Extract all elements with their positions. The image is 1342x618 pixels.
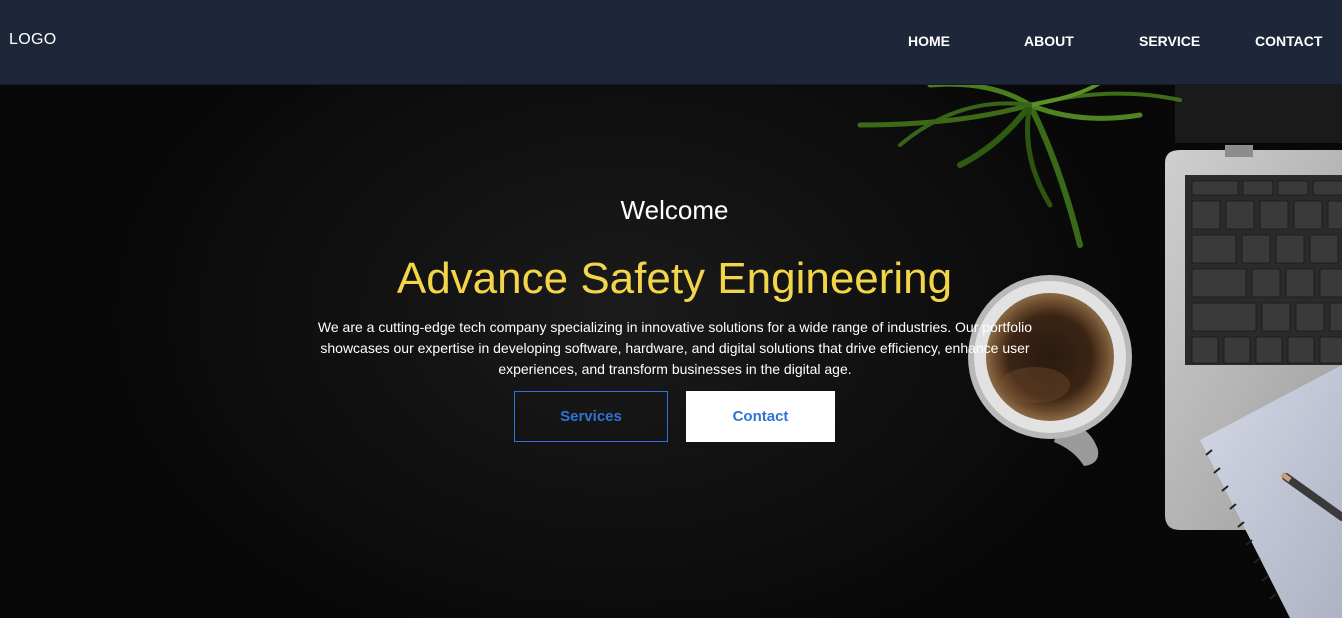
welcome-heading: Welcome	[620, 195, 729, 225]
hero-description: We are a cutting-edge tech company speci…	[317, 319, 1033, 377]
nav-contact-link[interactable]: CONTACT	[1255, 33, 1322, 49]
services-button[interactable]: Services	[514, 391, 668, 442]
nav-home-link[interactable]: HOME	[908, 33, 950, 49]
nav-about-link[interactable]: ABOUT	[1024, 33, 1074, 49]
nav-service-link[interactable]: SERVICE	[1139, 33, 1200, 49]
logo[interactable]: LOGO	[9, 31, 56, 49]
hero-section: Welcome Advance Safety Engineering We ar…	[0, 85, 1342, 618]
hero-title: Advance Safety Engineering	[396, 254, 953, 303]
contact-button[interactable]: Contact	[686, 391, 835, 442]
hero-content: Welcome Advance Safety Engineering We ar…	[0, 85, 1342, 618]
navbar: LOGO HOME ABOUT SERVICE CONTACT	[0, 0, 1342, 85]
